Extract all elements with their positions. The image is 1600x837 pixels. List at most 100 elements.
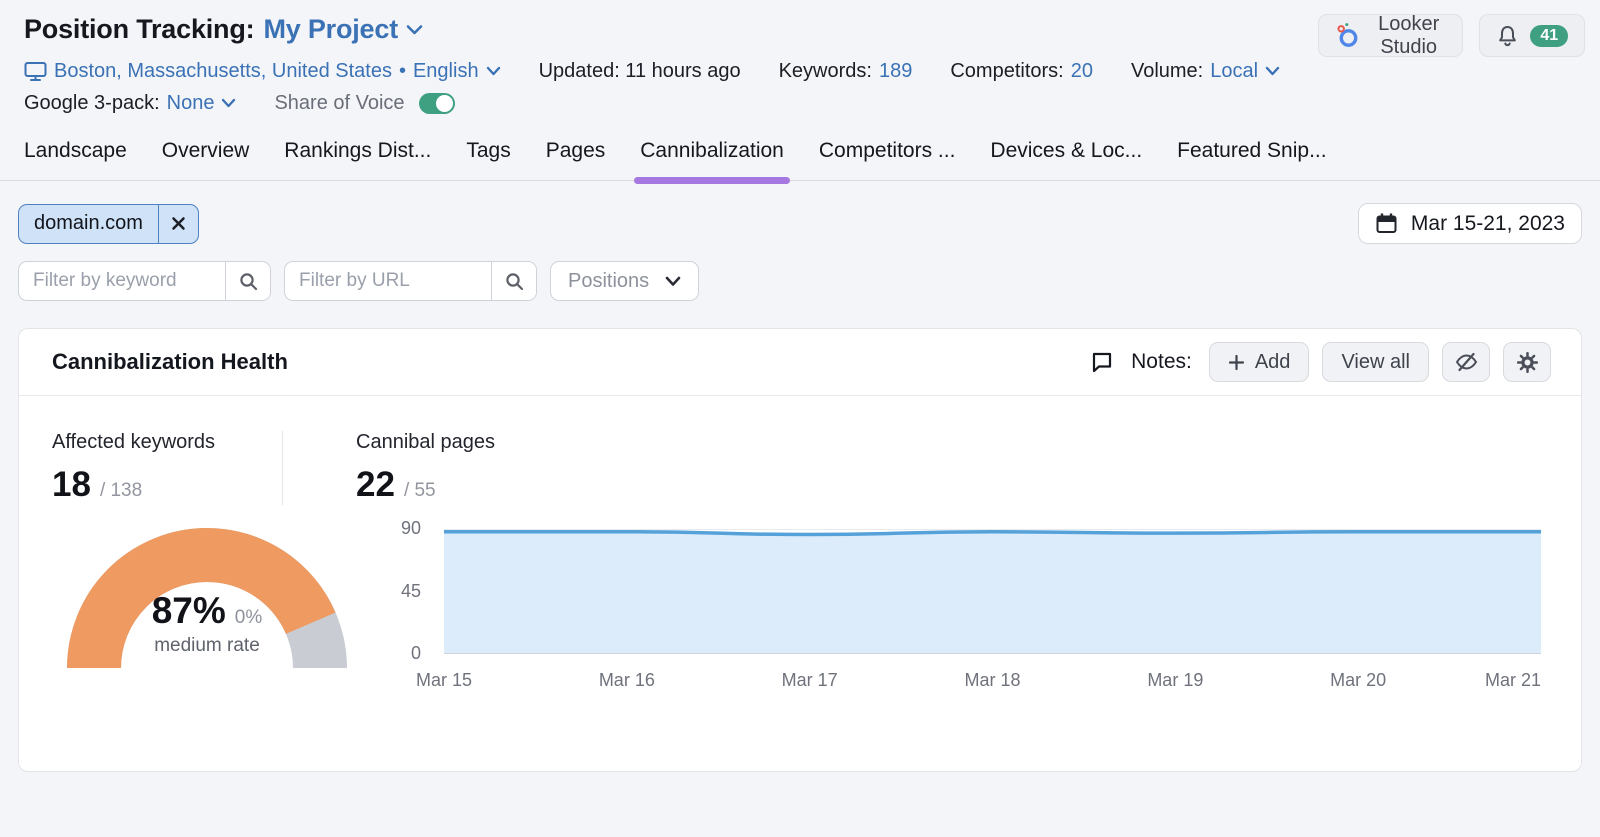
topbar-left: Position Tracking: My Project Boston, Ma… xyxy=(24,14,1318,115)
topbar: Position Tracking: My Project Boston, Ma… xyxy=(0,0,1600,115)
trend-svg xyxy=(444,529,1541,654)
y-tick-label: 45 xyxy=(401,581,421,602)
x-tick-label: Mar 20 xyxy=(1330,670,1386,691)
date-range-label: Mar 15-21, 2023 xyxy=(1411,212,1565,236)
calendar-icon xyxy=(1375,212,1398,235)
cannibalization-health-card: Cannibalization Health Notes: Add View a… xyxy=(18,328,1582,772)
gauge-percent: 87% xyxy=(152,590,226,632)
filter-inputs-row: Positions xyxy=(18,261,1582,301)
view-all-label: View all xyxy=(1341,351,1410,374)
widget-settings-button[interactable] xyxy=(1503,342,1551,382)
hide-widget-button[interactable] xyxy=(1442,342,1490,382)
toggle-knob xyxy=(436,95,453,112)
card-body: Affected keywords 18 / 138 Cannibal page… xyxy=(19,396,1581,694)
gauge-rate-label: medium rate xyxy=(67,635,347,657)
location-language-separator: • xyxy=(399,60,406,83)
url-filter-group xyxy=(284,261,537,301)
search-icon xyxy=(504,271,525,292)
google-3pack-value: None xyxy=(167,92,215,115)
bell-icon xyxy=(1496,24,1519,48)
plus-icon xyxy=(1228,354,1245,371)
domain-filter-chip[interactable]: domain.com xyxy=(18,204,199,244)
affected-keywords-label: Affected keywords xyxy=(52,431,282,454)
project-name: My Project xyxy=(263,14,398,45)
tab-pages[interactable]: Pages xyxy=(546,139,606,180)
tab-overview[interactable]: Overview xyxy=(162,139,250,180)
affected-keywords-stat: Affected keywords 18 / 138 xyxy=(52,431,282,505)
keywords-label: Keywords: xyxy=(779,60,872,83)
volume-selector[interactable]: Volume: Local xyxy=(1131,60,1280,83)
stats-divider xyxy=(282,431,283,505)
chevron-down-icon xyxy=(406,24,423,36)
visualization-row: 87% 0% medium rate 90450 xyxy=(52,526,1541,694)
keywords-value[interactable]: 189 xyxy=(879,60,912,83)
tab-cannibalization[interactable]: Cannibalization xyxy=(640,139,784,180)
tab-featured-snippets[interactable]: Featured Snip... xyxy=(1177,139,1326,180)
x-axis-baseline xyxy=(444,653,1541,654)
trend-plot-area xyxy=(444,529,1541,654)
volume-label: Volume: xyxy=(1131,60,1203,83)
x-axis-labels: Mar 15Mar 16Mar 17Mar 18Mar 19Mar 20Mar … xyxy=(444,670,1541,694)
chevron-down-icon xyxy=(221,98,236,109)
chevron-down-icon xyxy=(486,66,501,77)
tab-landscape[interactable]: Landscape xyxy=(24,139,127,180)
url-search-button[interactable] xyxy=(491,262,536,300)
view-all-notes-button[interactable]: View all xyxy=(1322,342,1429,382)
competitors-stat: Competitors: 20 xyxy=(950,60,1093,83)
trend-area xyxy=(444,532,1541,654)
page-title: Position Tracking: My Project xyxy=(24,14,1318,45)
tab-tags[interactable]: Tags xyxy=(466,139,510,180)
share-of-voice-toggle[interactable] xyxy=(419,93,455,114)
close-icon xyxy=(171,216,186,231)
looker-studio-button[interactable]: Looker Studio xyxy=(1318,14,1463,57)
looker-studio-icon xyxy=(1335,22,1360,49)
x-tick-label: Mar 21 xyxy=(1485,670,1541,691)
cannibal-pages-stat: Cannibal pages 22 / 55 xyxy=(319,431,495,505)
page-title-text: Position Tracking: xyxy=(24,14,254,45)
keywords-stat: Keywords: 189 xyxy=(779,60,913,83)
tab-rankings-distribution[interactable]: Rankings Dist... xyxy=(284,139,431,180)
google-3pack-selector[interactable]: Google 3-pack: None xyxy=(24,92,236,115)
domain-chip-label: domain.com xyxy=(19,205,158,243)
cannibal-pages-value: 22 xyxy=(356,465,395,505)
card-header: Cannibalization Health Notes: Add View a… xyxy=(19,329,1581,396)
add-note-label: Add xyxy=(1255,351,1291,374)
project-selector[interactable]: My Project xyxy=(263,14,423,45)
health-gauge: 87% 0% medium rate xyxy=(67,526,347,674)
card-title: Cannibalization Health xyxy=(52,349,288,375)
tab-bar: Landscape Overview Rankings Dist... Tags… xyxy=(0,139,1600,181)
share-of-voice-label: Share of Voice xyxy=(274,92,404,115)
location-selector[interactable]: Boston, Massachusetts, United States • E… xyxy=(24,60,501,83)
remove-domain-chip-button[interactable] xyxy=(158,205,198,243)
keyword-filter-input[interactable] xyxy=(19,262,225,300)
gauge-delta: 0% xyxy=(235,607,262,629)
positions-dropdown[interactable]: Positions xyxy=(550,261,699,301)
x-tick-label: Mar 18 xyxy=(964,670,1020,691)
desktop-icon xyxy=(24,61,47,82)
cannibal-pages-label: Cannibal pages xyxy=(356,431,495,454)
keyword-filter-group xyxy=(18,261,271,301)
card-header-actions: Notes: Add View all xyxy=(1090,342,1551,382)
notifications-count-badge: 41 xyxy=(1530,25,1568,47)
gauge-text: 87% 0% medium rate xyxy=(67,590,347,657)
meta-row-2: Google 3-pack: None Share of Voice xyxy=(24,92,1318,115)
updated-status: Updated: 11 hours ago xyxy=(539,60,741,83)
volume-value: Local xyxy=(1210,60,1258,83)
stats-row: Affected keywords 18 / 138 Cannibal page… xyxy=(52,431,1541,505)
tab-devices-locations[interactable]: Devices & Loc... xyxy=(990,139,1142,180)
date-range-picker[interactable]: Mar 15-21, 2023 xyxy=(1358,203,1582,244)
search-icon xyxy=(238,271,259,292)
notes-label: Notes: xyxy=(1131,350,1192,374)
notes-icon xyxy=(1090,350,1114,374)
add-note-button[interactable]: Add xyxy=(1209,342,1310,382)
affected-keywords-total: / 138 xyxy=(100,480,142,502)
filter-chip-row: domain.com Mar 15-21, 2023 xyxy=(18,203,1582,244)
competitors-value[interactable]: 20 xyxy=(1071,60,1093,83)
x-tick-label: Mar 15 xyxy=(416,670,472,691)
chevron-down-icon xyxy=(1265,66,1280,77)
tab-competitors[interactable]: Competitors ... xyxy=(819,139,956,180)
notifications-button[interactable]: 41 xyxy=(1479,14,1585,57)
y-tick-label: 0 xyxy=(411,643,421,664)
keyword-search-button[interactable] xyxy=(225,262,270,300)
url-filter-input[interactable] xyxy=(285,262,491,300)
